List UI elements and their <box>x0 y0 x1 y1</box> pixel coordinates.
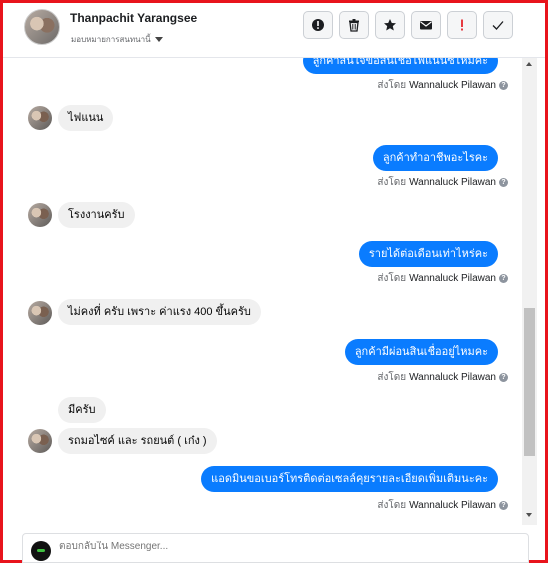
help-icon: ? <box>499 81 508 90</box>
help-icon: ? <box>499 501 508 510</box>
follow-up-button[interactable] <box>447 11 477 39</box>
page-logo-icon <box>31 541 51 561</box>
contact-name[interactable]: Thanpachit Yarangsee <box>70 11 197 25</box>
star-button[interactable] <box>375 11 405 39</box>
incoming-message: ไม่คงที่ ครับ เพราะ ค่าแรง 400 ขึ้นครับ <box>58 299 261 325</box>
incoming-message: มีครับ <box>58 397 106 423</box>
incoming-message: ไฟแนน <box>58 105 114 131</box>
outgoing-message: ลูกค้ามีผ่อนสินเชื่ออยู่ไหมคะ <box>344 339 498 365</box>
help-icon: ? <box>499 178 508 187</box>
check-icon <box>492 21 504 30</box>
action-toolbar <box>303 11 513 39</box>
scroll-down-arrow-icon[interactable] <box>526 513 532 517</box>
contact-avatar-small <box>28 203 52 227</box>
outgoing-message: รายได้ต่อเดือนเท่าไหร่คะ <box>358 241 498 267</box>
sent-by-label: ส่งโดย Wannaluck Pilawan? <box>377 175 508 190</box>
scroll-up-arrow-icon[interactable] <box>526 62 532 66</box>
sent-by-label: ส่งโดย Wannaluck Pilawan? <box>377 271 508 286</box>
message-thread: ลูกค้าสนใจขอสินเชื่อไฟแนนซ์ไหมคะ ส่งโดย … <box>3 58 524 525</box>
alert-circle-icon <box>312 19 324 31</box>
envelope-icon <box>420 21 432 30</box>
thread-scrollbar-thumb[interactable] <box>524 308 535 456</box>
outgoing-message: แอดมินขอเบอร์โทรติดต่อเซลล์คุยรายละเอียด… <box>201 466 498 492</box>
incoming-message: โรงงานครับ <box>58 202 135 228</box>
caret-down-icon <box>154 37 163 42</box>
outgoing-message: ลูกค้าทำอาชีพอะไรคะ <box>372 145 498 171</box>
contact-avatar-small <box>28 429 52 453</box>
sent-by-label: ส่งโดย Wannaluck Pilawan? <box>377 78 508 93</box>
trash-icon <box>349 19 359 32</box>
help-icon: ? <box>499 274 508 283</box>
reply-composer <box>22 533 529 563</box>
done-button[interactable] <box>483 11 513 39</box>
contact-avatar-small <box>28 301 52 325</box>
exclamation-icon <box>461 19 463 31</box>
incoming-message: รถมอไซค์ และ รถยนต์ ( เก๋ง ) <box>58 428 217 454</box>
conversation-header: Thanpachit Yarangsee มอบหมายการสนทนานี้ <box>3 3 545 58</box>
thread-scrollbar[interactable] <box>522 58 537 525</box>
delete-button[interactable] <box>339 11 369 39</box>
spam-button[interactable] <box>303 11 333 39</box>
sent-by-label: ส่งโดย Wannaluck Pilawan? <box>377 498 508 513</box>
help-icon: ? <box>499 373 508 382</box>
outgoing-message: ลูกค้าสนใจขอสินเชื่อไฟแนนซ์ไหมคะ <box>302 58 498 74</box>
reply-input[interactable] <box>59 541 499 552</box>
sent-by-label: ส่งโดย Wannaluck Pilawan? <box>377 370 508 385</box>
contact-avatar[interactable] <box>24 9 60 45</box>
star-icon <box>384 19 396 31</box>
assign-conversation-dropdown[interactable]: มอบหมายการสนทนานี้ <box>71 33 163 46</box>
mark-unread-button[interactable] <box>411 11 441 39</box>
assign-label: มอบหมายการสนทนานี้ <box>71 35 151 44</box>
contact-avatar-small <box>28 106 52 130</box>
